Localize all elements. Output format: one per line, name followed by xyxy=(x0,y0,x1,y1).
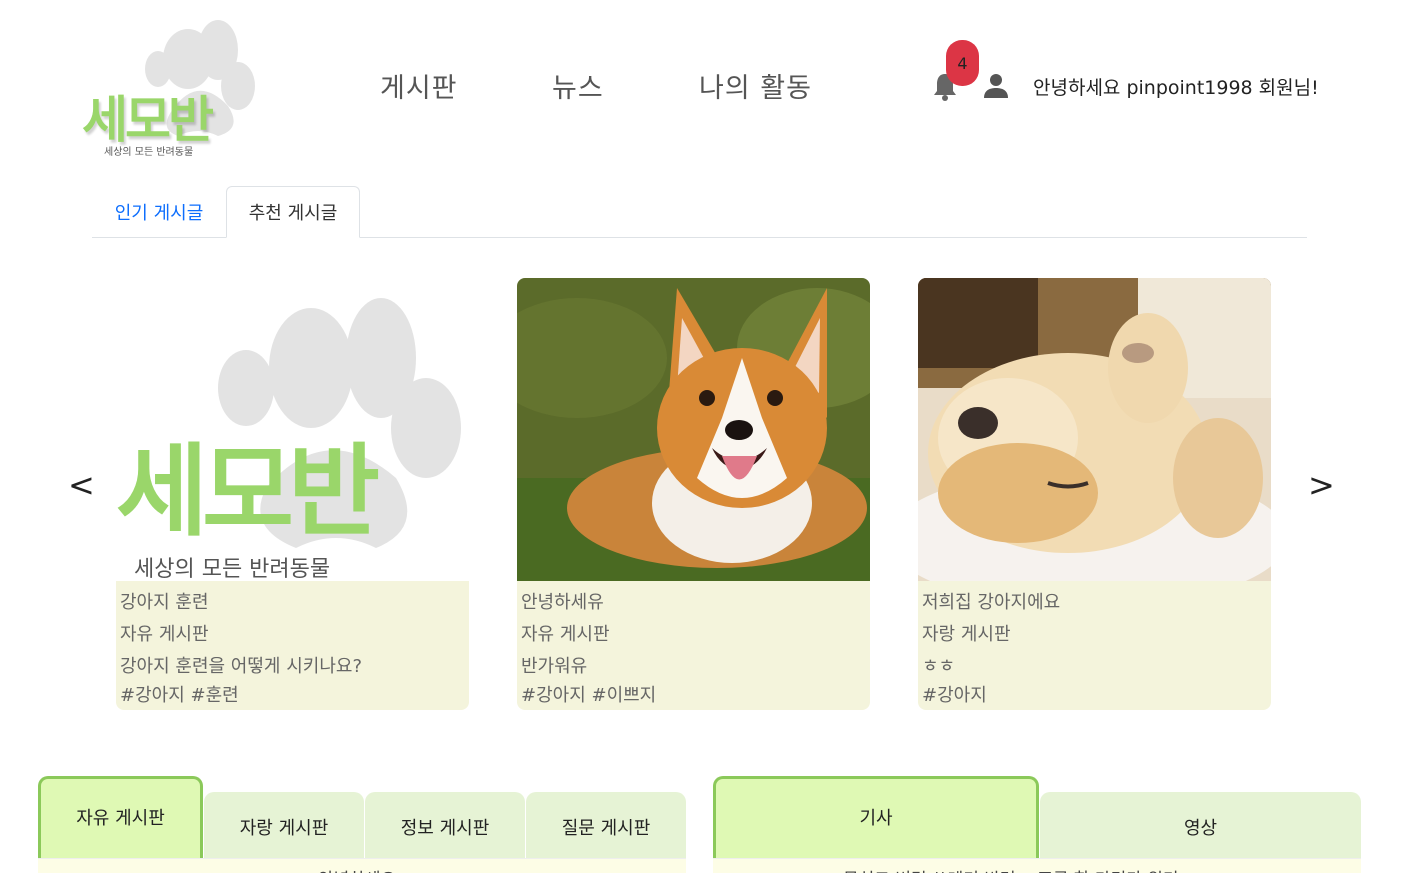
post-title: 안녕하세유 xyxy=(521,592,604,613)
post-tags: #강아지 #이쁘지 xyxy=(521,685,657,706)
card-logo-text: 세모반 xyxy=(116,433,379,550)
post-tags: #강아지 #훈련 xyxy=(120,685,239,706)
tab-recommended-posts[interactable]: 추천 게시글 xyxy=(226,186,360,238)
nav-board[interactable]: 게시판 xyxy=(380,66,458,105)
post-content: 강아지 훈련을 어떻게 시키나요? xyxy=(120,656,362,677)
news-list-item[interactable]: 무심코 버린 쓰레기 반려... 조류 한 마리가 위기 xyxy=(843,865,1179,873)
post-card[interactable]: 안녕하세유 자유 게시판 반가워유 #강아지 #이쁘지 xyxy=(517,278,870,710)
tab-articles[interactable]: 기사 xyxy=(713,776,1039,858)
post-tags: #강아지 xyxy=(922,685,987,706)
post-card[interactable]: 저희집 강아지에요 자랑 게시판 ㅎㅎ #강아지 xyxy=(918,278,1271,710)
notification-badge: 4 xyxy=(946,40,979,86)
post-card-body: 저희집 강아지에요 자랑 게시판 ㅎㅎ #강아지 xyxy=(918,581,1271,710)
tab-boast-board[interactable]: 자랑 게시판 xyxy=(204,792,364,858)
post-card[interactable]: 세모반 세상의 모든 반려동물 강아지 훈련 자유 게시판 강아지 훈련을 어떻… xyxy=(116,278,469,710)
board-list: 안녕하세요 xyxy=(38,858,686,873)
tab-question-board[interactable]: 질문 게시판 xyxy=(526,792,686,858)
tab-popular-posts[interactable]: 인기 게시글 xyxy=(98,186,220,238)
sleeping-dog-photo xyxy=(918,278,1271,581)
board-list-item[interactable]: 안녕하세요 xyxy=(318,865,396,873)
logo-placeholder-image: 세모반 세상의 모든 반려동물 xyxy=(116,278,469,581)
tab-free-board[interactable]: 자유 게시판 xyxy=(38,776,203,858)
post-title: 강아지 훈련 xyxy=(120,592,209,613)
greeting-text: 안녕하세요 pinpoint1998 회원님! xyxy=(1033,77,1319,99)
post-content: 반가워유 xyxy=(521,656,588,677)
logo-tagline: 세상의 모든 반려동물 xyxy=(104,147,194,158)
tab-videos[interactable]: 영상 xyxy=(1040,792,1361,858)
post-board: 자랑 게시판 xyxy=(922,624,1011,645)
user-icon[interactable] xyxy=(983,73,1009,99)
nav-news[interactable]: 뉴스 xyxy=(552,66,604,105)
carousel-next-button[interactable]: > xyxy=(1308,466,1335,504)
corgi-photo xyxy=(517,278,870,581)
post-card-body: 강아지 훈련 자유 게시판 강아지 훈련을 어떻게 시키나요? #강아지 #훈련 xyxy=(116,581,469,710)
post-title: 저희집 강아지에요 xyxy=(922,592,1061,613)
logo-text: 세모반 xyxy=(82,91,214,149)
post-card-body: 안녕하세유 자유 게시판 반가워유 #강아지 #이쁘지 xyxy=(517,581,870,710)
card-logo-tagline: 세상의 모든 반려동물 xyxy=(134,557,330,581)
carousel-prev-button[interactable]: < xyxy=(68,466,95,504)
news-list: 무심코 버린 쓰레기 반려... 조류 한 마리가 위기 xyxy=(713,858,1361,873)
tab-info-board[interactable]: 정보 게시판 xyxy=(365,792,525,858)
post-content: ㅎㅎ xyxy=(922,656,956,677)
site-logo[interactable]: 세모반 세상의 모든 반려동물 xyxy=(78,14,264,164)
post-board: 자유 게시판 xyxy=(521,624,610,645)
nav-my-activity[interactable]: 나의 활동 xyxy=(699,66,812,105)
post-board: 자유 게시판 xyxy=(120,624,209,645)
